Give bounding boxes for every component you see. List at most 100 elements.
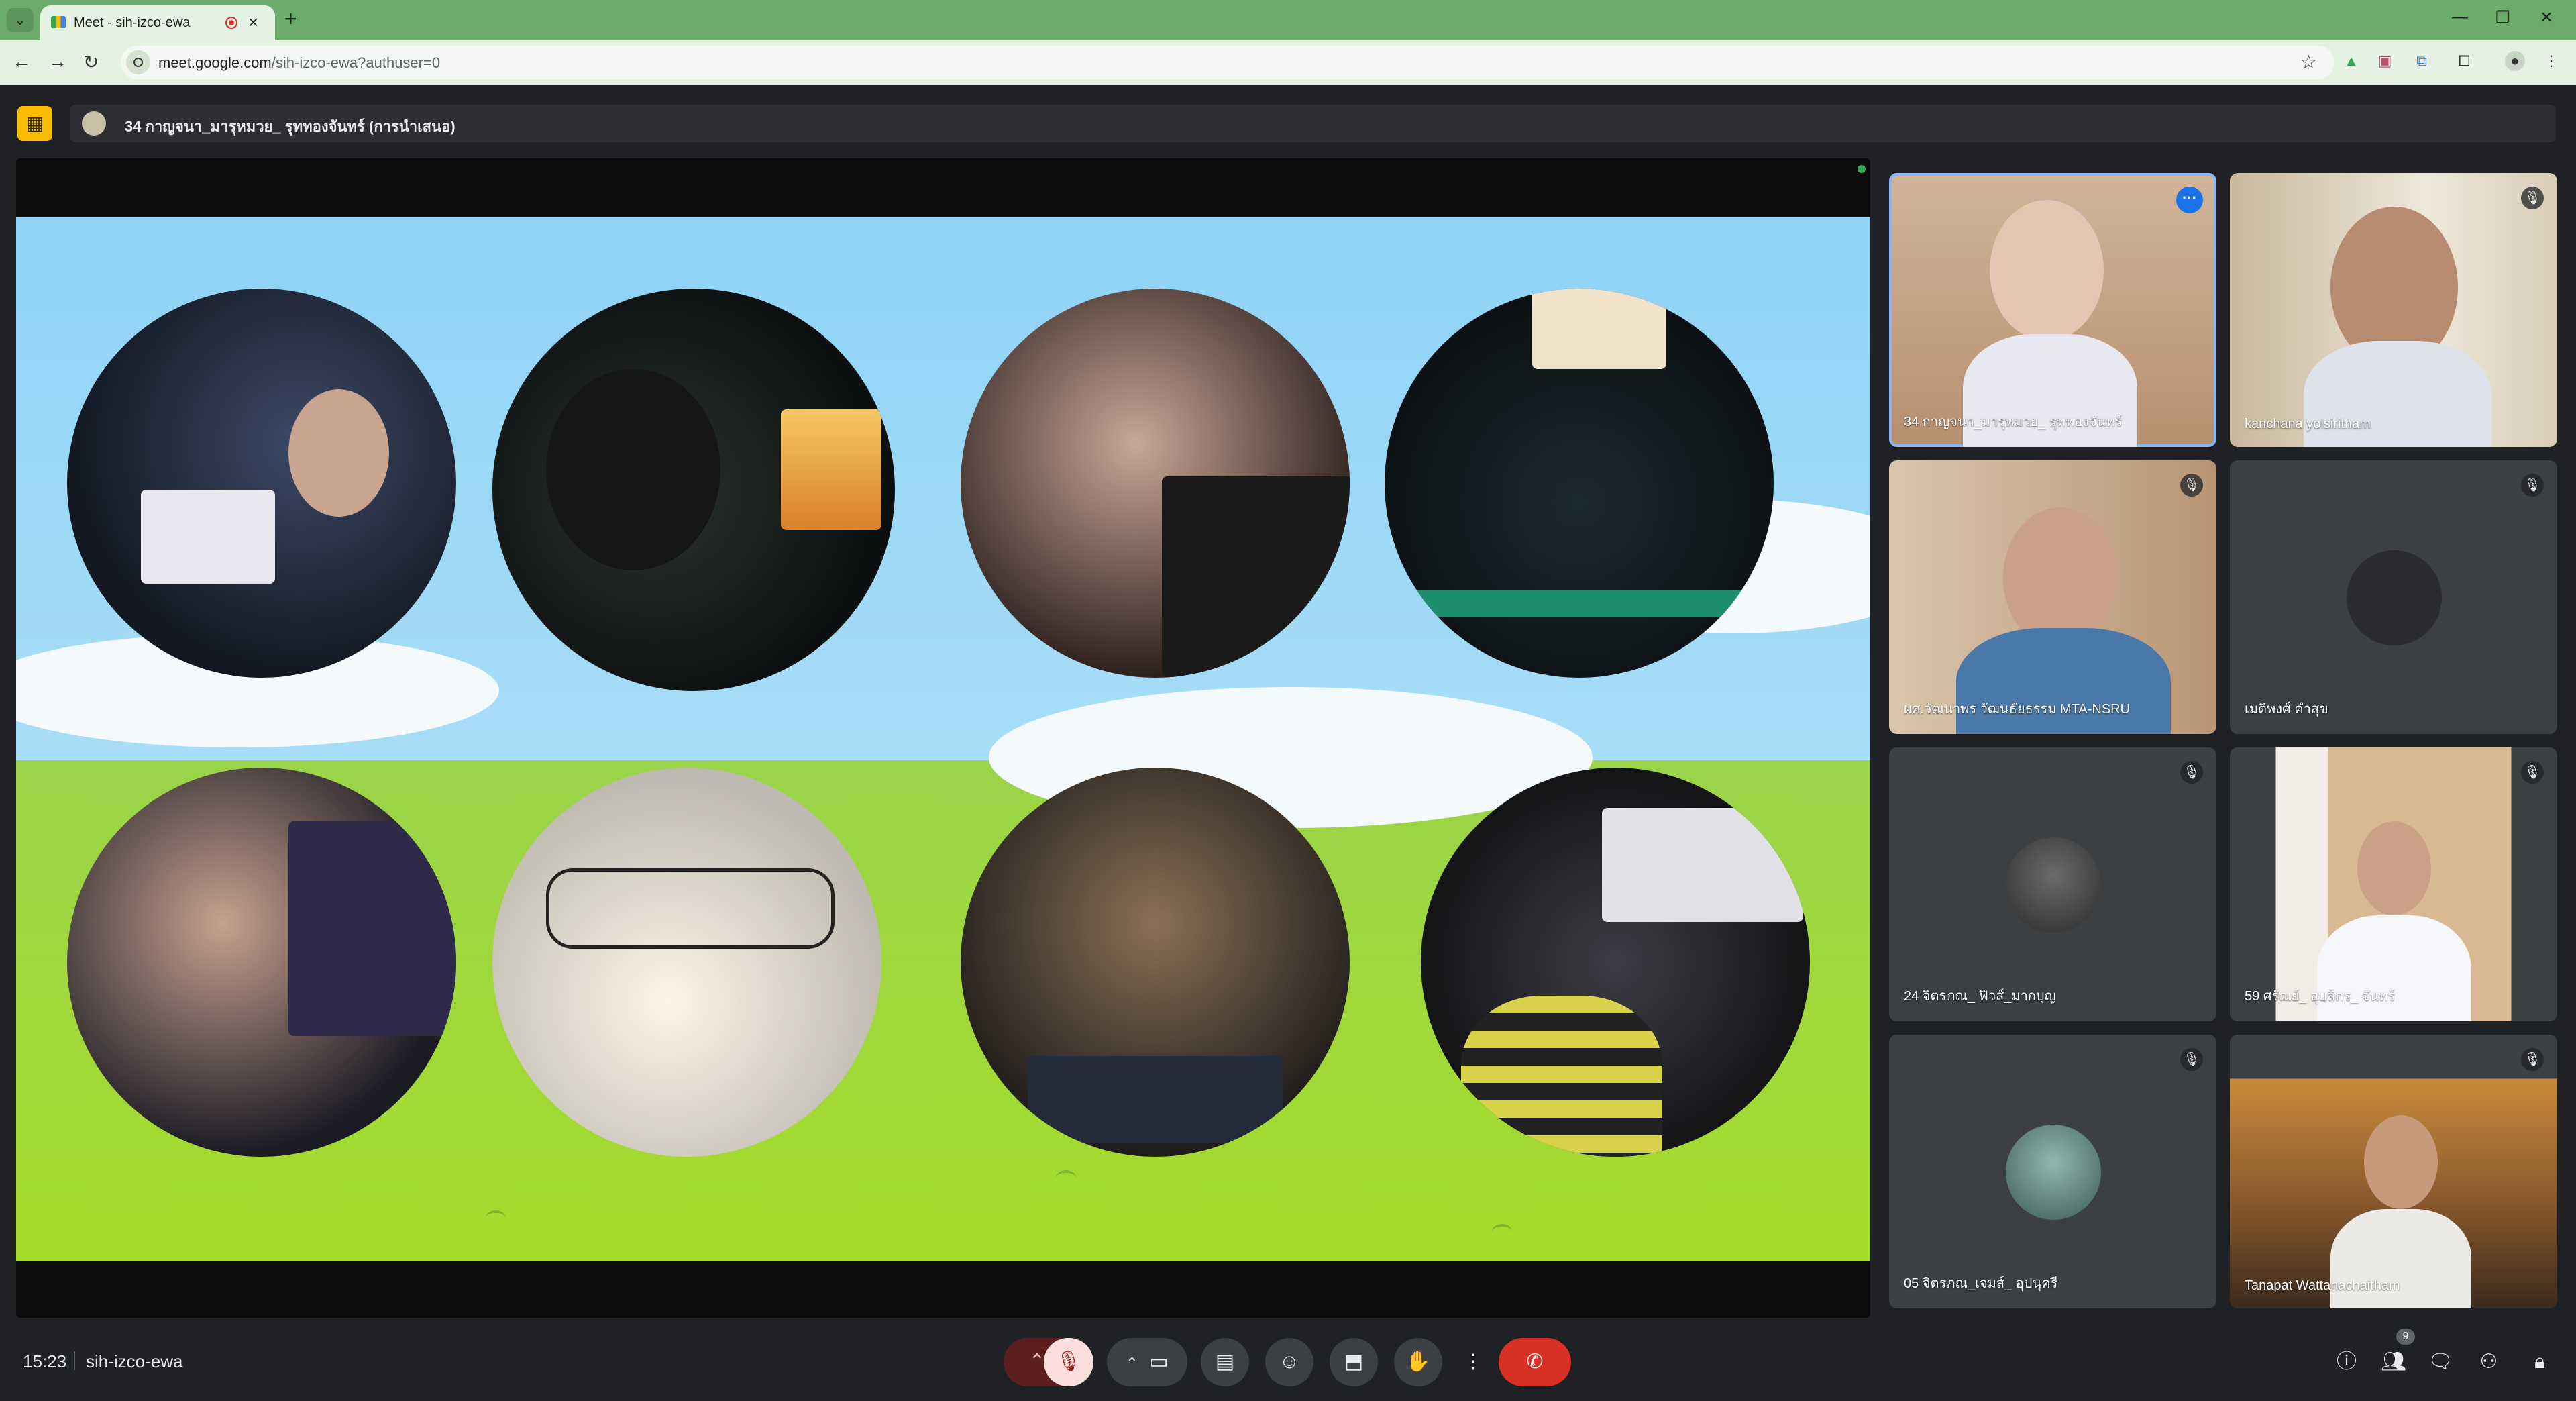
microphone-toggle-button[interactable]: 🎙︎: [1044, 1338, 1093, 1386]
reload-button[interactable]: ↻: [83, 51, 99, 73]
person-silhouette-shape: [546, 369, 720, 570]
new-tab-button[interactable]: +: [284, 7, 297, 32]
participant-avatar: [2347, 550, 2442, 645]
participant-name: 59 ศรัณย์_ อุบลิกร_ จันทร์: [2245, 989, 2396, 1004]
browser-menu-icon[interactable]: ⋮: [2541, 51, 2561, 71]
more-options-icon[interactable]: ···: [2176, 187, 2203, 213]
drawing-shape: [546, 868, 835, 949]
person-shirt-shape: [1461, 996, 1662, 1157]
back-button[interactable]: ←: [12, 51, 31, 72]
presentation-bar: 34 กาญจนา_มารุหมวย_ รุททองจันทร์ (การนำเ…: [70, 105, 2556, 142]
meeting-code: sih-izco-ewa: [86, 1351, 183, 1371]
drive-extension-icon[interactable]: ▲: [2341, 51, 2361, 71]
stop-presenting-button[interactable]: ▦: [17, 106, 52, 141]
mixer-screen-shape: [1028, 1056, 1283, 1143]
grass-tuft: [486, 1210, 506, 1225]
browser-toolbar: ← → ↻ meet.google.com/sih-izco-ewa?authu…: [0, 40, 2576, 85]
tab-title: Meet - sih-izco-ewa: [74, 15, 191, 30]
presenter-avatar: [82, 111, 106, 136]
shared-slide: [16, 217, 1870, 1261]
participant-face-shape: [2003, 507, 2117, 648]
participant-name: เมติพงศ์ คำสุข: [2245, 702, 2328, 717]
mic-muted-icon: 🎙︎: [2521, 1048, 2544, 1071]
participant-tile[interactable]: ··· 34 กาญจนา_มารุหมวย_ รุททองจันทร์: [1889, 173, 2216, 447]
extension-icon[interactable]: ▣: [2375, 51, 2395, 71]
photo-circle: [492, 289, 895, 691]
participant-tile[interactable]: 🎙︎ 59 ศรัณย์_ อุบลิกร_ จันทร์: [2230, 747, 2557, 1021]
monitor-shape: [288, 821, 456, 1036]
photo-circle: [1385, 289, 1774, 678]
people-icon[interactable]: 👥︎: [2379, 1347, 2408, 1377]
captions-button[interactable]: ▤: [1201, 1338, 1249, 1386]
mic-muted-icon: 🎙︎: [2180, 474, 2203, 497]
browser-tab[interactable]: Meet - sih-izco-ewa ×: [40, 5, 275, 40]
raise-hand-button[interactable]: ✋: [1394, 1338, 1442, 1386]
meeting-info-icon[interactable]: ⓘ: [2332, 1347, 2361, 1377]
presentation-label: 34 กาญจนา_มารุหมวย_ รุททองจันทร์ (การนำเ…: [125, 118, 455, 135]
photo-circle: [67, 289, 456, 678]
mic-muted-icon: 🎙︎: [2521, 474, 2544, 497]
photo-circle: [961, 289, 1350, 678]
timeline-track-shape: [1405, 590, 1754, 617]
minimize-window-button[interactable]: —: [2452, 8, 2468, 27]
people-count-badge: 9: [2396, 1329, 2415, 1345]
participant-name: 34 กาญจนา_มารุหมวย_ รุททองจันทร์: [1904, 415, 2123, 429]
live-indicator: [1858, 165, 1866, 173]
meet-favicon-icon: [51, 16, 66, 28]
meeting-clock: 15:23: [23, 1351, 67, 1371]
chevron-up-icon: ⌃: [1126, 1355, 1138, 1371]
grass-tuft: [1056, 1170, 1076, 1185]
recording-indicator-icon: [225, 17, 237, 29]
mic-muted-icon: 🎙︎: [2180, 761, 2203, 784]
chat-icon[interactable]: 🗨︎: [2426, 1347, 2455, 1377]
leave-call-button[interactable]: ✆: [1499, 1338, 1571, 1386]
photo-circle: [492, 768, 881, 1157]
bookmark-star-icon[interactable]: ☆: [2300, 51, 2317, 73]
participant-name: 24 จิตรภณ_ ฟิวส์_มากบุญ: [1904, 989, 2056, 1004]
activities-icon[interactable]: ⚇: [2474, 1347, 2504, 1377]
face-shape: [288, 389, 389, 517]
participant-name: Tanapat Wattanachaitham: [2245, 1278, 2400, 1293]
monitor-shape: [1162, 476, 1350, 678]
mic-muted-icon: 🎙︎: [2180, 1048, 2203, 1071]
forward-button[interactable]: →: [48, 51, 67, 72]
monitor-screen-shape: [781, 409, 881, 530]
extensions-puzzle-icon[interactable]: ⧠: [2454, 51, 2474, 71]
mic-muted-icon: 🎙︎: [2521, 187, 2544, 209]
participant-avatar: [2006, 1125, 2101, 1220]
grass-tuft: [1492, 1224, 1512, 1239]
browser-tabstrip: ⌄ Meet - sih-izco-ewa × + — ❐ ✕: [0, 0, 2576, 40]
laptop-screen-shape: [141, 490, 275, 584]
restore-window-button[interactable]: ❐: [2496, 8, 2510, 28]
photo-circle: [961, 768, 1350, 1157]
participant-name: ผศ.วัฒนาพร วัฒนธัยธรรม MTA-NSRU: [1904, 702, 2131, 717]
close-tab-icon[interactable]: ×: [248, 12, 258, 33]
participant-avatar: [2006, 837, 2101, 933]
address-bar[interactable]: meet.google.com/sih-izco-ewa?authuser=0 …: [121, 46, 2334, 79]
participant-tile[interactable]: 🎙︎ Tanapat Wattanachaitham: [2230, 1035, 2557, 1308]
site-info-icon[interactable]: [126, 50, 150, 74]
participant-tile[interactable]: 🎙︎ เมติพงศ์ คำสุข: [2230, 460, 2557, 734]
close-window-button[interactable]: ✕: [2540, 8, 2553, 28]
host-controls-icon[interactable]: 🔒︎: [2525, 1347, 2555, 1377]
monitor-screen-shape: [1602, 808, 1803, 922]
reactions-button[interactable]: ☺: [1265, 1338, 1313, 1386]
presentation-stage[interactable]: [16, 158, 1870, 1318]
participant-tile[interactable]: 🎙︎ 05 จิตรภณ_เจมส์_ อุปนุครี: [1889, 1035, 2216, 1308]
present-screen-button[interactable]: ⬒: [1330, 1338, 1378, 1386]
participant-tile[interactable]: 🎙︎ ผศ.วัฒนาพร วัฒนธัยธรรม MTA-NSRU: [1889, 460, 2216, 734]
poster-shape: [1532, 289, 1666, 369]
more-options-button[interactable]: ⋮: [1458, 1338, 1488, 1386]
profile-avatar-icon[interactable]: ●: [2505, 51, 2525, 71]
footer-separator: [74, 1351, 75, 1370]
participant-name: 05 จิตรภณ_เจมส์_ อุปนุครี: [1904, 1276, 2058, 1291]
participant-tile[interactable]: 🎙︎ kanchana yolsiritham: [2230, 173, 2557, 447]
tab-search-button[interactable]: ⌄: [7, 8, 34, 32]
camera-toggle-button[interactable]: ⌃ ▭: [1107, 1338, 1187, 1386]
participant-face-shape: [2357, 821, 2431, 915]
url-text: meet.google.com/sih-izco-ewa?authuser=0: [158, 54, 441, 71]
photo-circle: [1421, 768, 1810, 1157]
participant-face-shape: [1990, 200, 2104, 341]
participant-tile[interactable]: 🎙︎ 24 จิตรภณ_ ฟิวส์_มากบุญ: [1889, 747, 2216, 1021]
translate-extension-icon[interactable]: ⧉: [2412, 51, 2432, 71]
